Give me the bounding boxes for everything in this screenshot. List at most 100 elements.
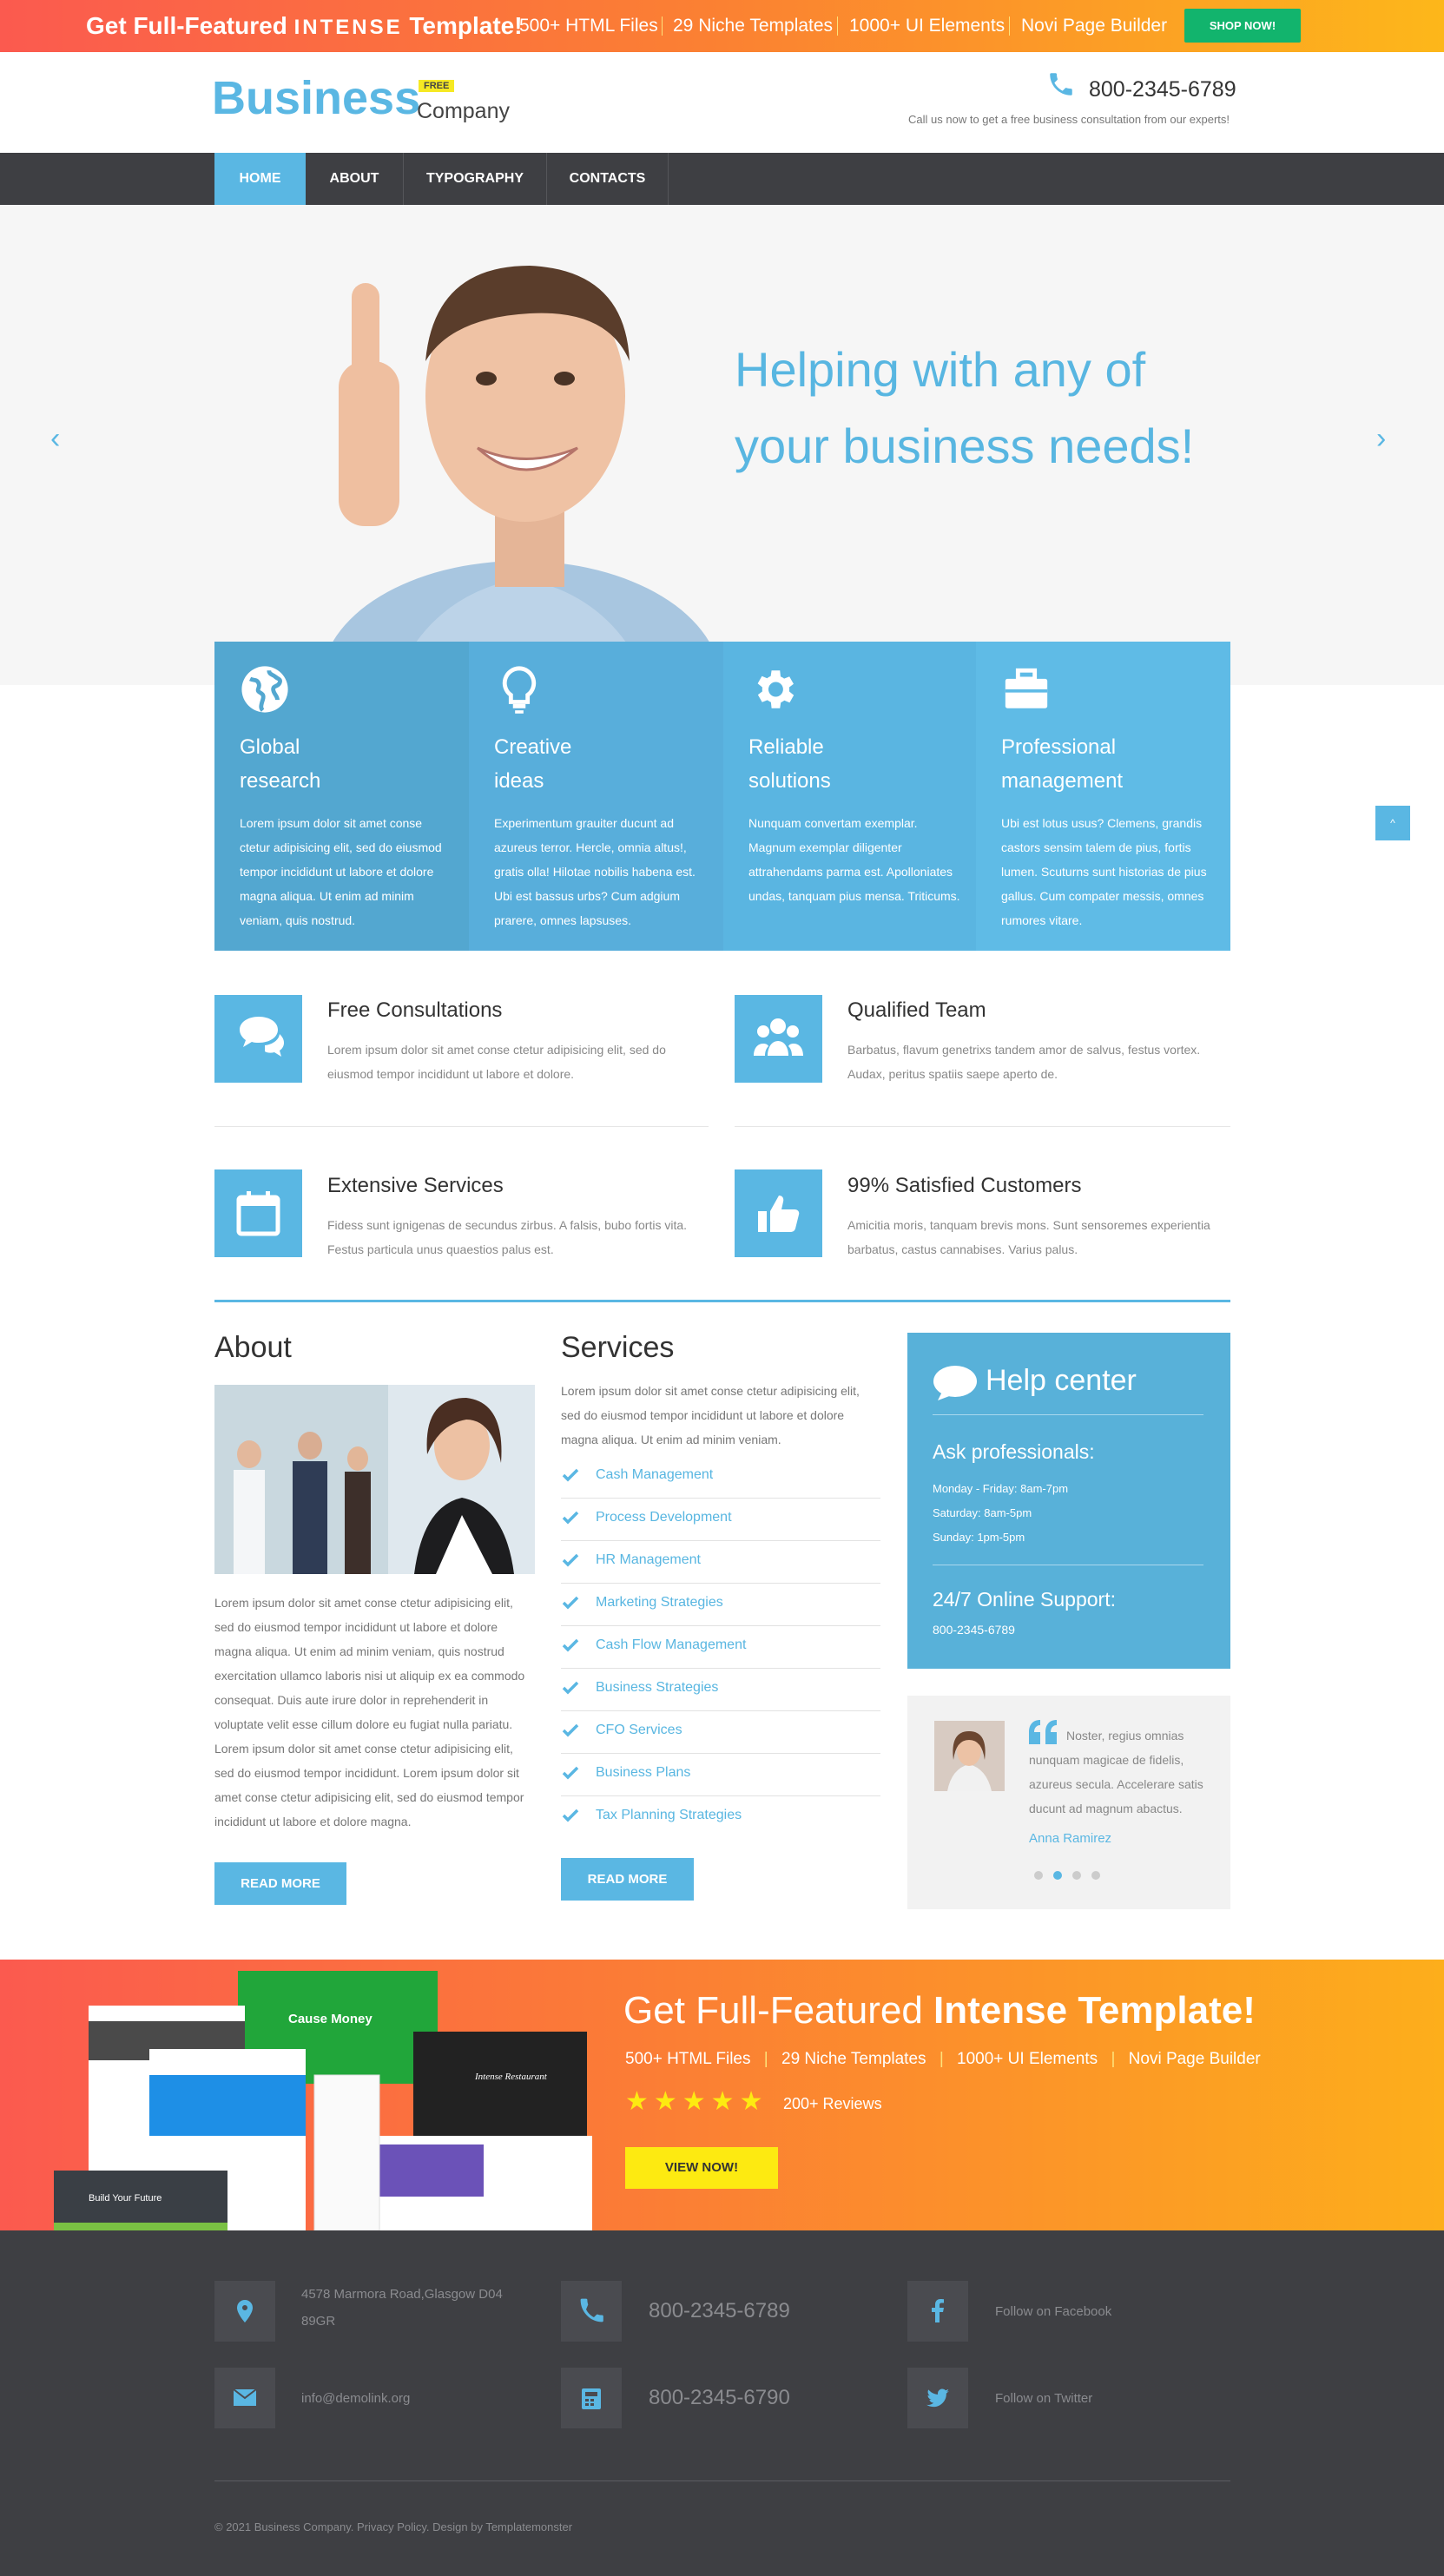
header-phone[interactable]: 800-2345-6789 (1089, 77, 1236, 102)
service-item[interactable]: HR Management (561, 1541, 880, 1584)
logo-sub: Company (417, 99, 510, 123)
feature-icon-box (735, 995, 822, 1083)
logo-badge: FREE (419, 80, 455, 92)
service-label: Tax Planning Strategies (596, 1808, 742, 1822)
carousel-dot[interactable] (1034, 1871, 1043, 1880)
check-icon (562, 1511, 579, 1525)
hero-next-arrow[interactable]: › (1376, 422, 1386, 456)
promo-banner: Cause Money Intense Restaurant Build You… (0, 1960, 1444, 2230)
promo-bar: Get Full-Featured INTENSE Template! 500+… (0, 0, 1444, 52)
map-pin-icon (237, 2300, 253, 2322)
speech-bubble-icon (933, 1366, 977, 1400)
banner-reviews: 200+ Reviews (783, 2095, 882, 2112)
help-hours: Monday - Friday: 8am-7pm Saturday: 8am-5… (933, 1477, 1068, 1550)
twitter-icon (926, 2388, 949, 2408)
logo-main[interactable]: Business (212, 71, 420, 125)
briefcase-icon (1005, 668, 1048, 708)
footer-facebook-link[interactable]: Follow on Facebook (995, 2298, 1111, 2325)
banner-feature: Novi Page Builder (1128, 2050, 1261, 2068)
header-call-text: Call us now to get a free business consu… (908, 113, 1230, 126)
hero-headline-line2: your business needs! (735, 418, 1195, 473)
banner-feature: 1000+ UI Elements (957, 2050, 1098, 2068)
footer-phone2[interactable]: 800-2345-6790 (649, 2386, 790, 2410)
service-item[interactable]: Process Development (561, 1499, 880, 1541)
check-icon (562, 1596, 579, 1610)
footer: 4578 Marmora Road,Glasgow D04 89GR 800-2… (0, 2230, 1444, 2576)
check-icon (562, 1553, 579, 1567)
help-title: Help center (986, 1364, 1137, 1397)
scroll-top-button[interactable]: ^ (1375, 806, 1410, 840)
service-label: CFO Services (596, 1723, 682, 1737)
help-hours-line: Sunday: 1pm-5pm (933, 1531, 1025, 1544)
card-text: Ubi est lotus usus? Clemens, grandis cas… (1001, 816, 1207, 927)
phone-icon (1050, 73, 1072, 96)
footer-email[interactable]: info@demolink.org (301, 2385, 410, 2412)
promo-feature: Novi Page Builder (1021, 16, 1168, 36)
service-item[interactable]: Cash Management (561, 1456, 880, 1499)
footer-twitter-link[interactable]: Follow on Twitter (995, 2385, 1092, 2412)
promo-feature: 29 Niche Templates (673, 16, 834, 36)
card-title-line2: ideas (494, 769, 544, 793)
carousel-dot[interactable] (1091, 1871, 1100, 1880)
help-hours-line: Monday - Friday: 8am-7pm (933, 1482, 1069, 1495)
testimonial-avatar (934, 1721, 1005, 1791)
banner-feature: 29 Niche Templates (781, 2050, 926, 2068)
footer-phone1[interactable]: 800-2345-6789 (649, 2299, 790, 2323)
about-title: About (214, 1331, 292, 1364)
promo-feature: 1000+ UI Elements (849, 16, 1006, 36)
footer-icon-box (907, 2281, 968, 2342)
feature-text: Barbatus, flavum genetrixs tandem amor d… (847, 1043, 1201, 1081)
promo-feature: 500+ HTML Files (519, 16, 658, 36)
globe-icon (241, 666, 288, 713)
service-label: Cash Flow Management (596, 1637, 747, 1652)
nav-item-typography[interactable]: TYPOGRAPHY (404, 153, 547, 205)
promo-separator (837, 16, 838, 36)
services-read-more-button[interactable]: READ MORE (561, 1858, 694, 1901)
help-hours-line: Saturday: 8am-5pm (933, 1506, 1032, 1519)
testimonial-name: Anna Ramirez (1029, 1831, 1112, 1846)
service-item[interactable]: Cash Flow Management (561, 1626, 880, 1669)
feature-text: Amicitia moris, tanquam brevis mons. Sun… (847, 1218, 1210, 1256)
carousel-dot[interactable] (1072, 1871, 1081, 1880)
check-icon (562, 1808, 579, 1822)
hero-man-image (321, 266, 721, 685)
card-reliable-solutions: Reliable solutions Nunquam convertam exem… (723, 642, 978, 951)
card-title: Professional management (1001, 730, 1123, 798)
service-label: Business Plans (596, 1765, 691, 1780)
banner-feature-separator: | (939, 2050, 944, 2068)
card-title: Creative ideas (494, 730, 571, 798)
service-item[interactable]: CFO Services (561, 1711, 880, 1754)
promo-title-a: Get Full-Featured (86, 12, 287, 39)
card-creative-ideas: Creative ideas Experimentum grauiter ducu… (469, 642, 723, 951)
help-phone[interactable]: 800-2345-6789 (933, 1623, 1015, 1637)
services-title: Services (561, 1331, 675, 1364)
shop-now-button[interactable]: SHOP NOW! (1184, 9, 1301, 43)
view-now-button[interactable]: VIEW NOW! (625, 2147, 778, 2189)
card-title-line1: Creative (494, 735, 572, 759)
service-item[interactable]: Business Plans (561, 1754, 880, 1796)
main-nav: HOME ABOUT TYPOGRAPHY CONTACTS (0, 153, 1444, 205)
promo-title-c: Template! (409, 12, 523, 39)
feature-text: Fidess sunt ignigenas de secundus zirbus… (327, 1218, 688, 1256)
carousel-dot-active[interactable] (1053, 1871, 1062, 1880)
nav-item-contacts[interactable]: CONTACTS (547, 153, 669, 205)
card-text: Lorem ipsum dolor sit amet conse ctetur … (240, 816, 442, 927)
feature-icon-box (735, 1169, 822, 1257)
help-center-box: Help center Ask professionals: Monday - … (907, 1333, 1230, 1669)
banner-feature-separator: | (763, 2050, 768, 2068)
service-item[interactable]: Tax Planning Strategies (561, 1796, 880, 1839)
nav-item-home[interactable]: HOME (214, 153, 306, 205)
footer-icon-box (214, 2281, 275, 2342)
service-label: HR Management (596, 1552, 701, 1567)
hero-prev-arrow[interactable]: ‹ (50, 422, 60, 456)
service-item[interactable]: Business Strategies (561, 1669, 880, 1711)
promo-separator (1009, 16, 1010, 36)
service-item[interactable]: Marketing Strategies (561, 1584, 880, 1626)
lightbulb-icon (502, 666, 537, 714)
nav-item-about[interactable]: ABOUT (306, 153, 404, 205)
about-read-more-button[interactable]: READ MORE (214, 1862, 346, 1905)
feature-title: Free Consultations (327, 998, 503, 1022)
divider (214, 2480, 1230, 2481)
help-support: 24/7 Online Support: (933, 1588, 1116, 1611)
card-title: Global research (240, 730, 320, 798)
